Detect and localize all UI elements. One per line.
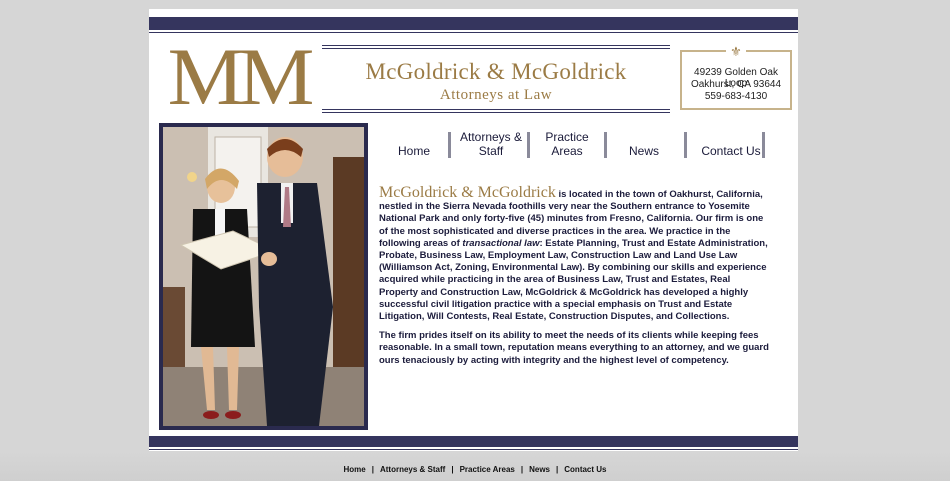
footer-link-practice-areas[interactable]: Practice Areas	[460, 465, 515, 474]
nav-separator	[604, 132, 607, 158]
main-content: McGoldrick & McGoldrick is located in th…	[379, 184, 769, 374]
fleur-de-lis-icon: ⚜	[726, 45, 746, 58]
attorneys-photo-frame	[159, 123, 368, 430]
footer-link-home[interactable]: Home	[343, 465, 365, 474]
bottom-bar	[149, 436, 798, 447]
firm-tagline: Attorneys at Law	[439, 87, 553, 103]
nav-contact-us[interactable]: Contact Us	[692, 144, 770, 176]
logo-text: MM	[167, 31, 315, 122]
title-rule-top	[322, 45, 670, 46]
address-box: ⚜ 49239 Golden Oak Loop Oakhurst, CA 936…	[680, 45, 792, 110]
nav-attorneys-label: Attorneys & Staff	[459, 130, 523, 158]
firm-name: McGoldrick & McGoldrick	[365, 59, 627, 84]
top-bar	[149, 17, 798, 30]
intro-paragraph: McGoldrick & McGoldrick is located in th…	[379, 184, 769, 323]
footer-link-attorneys-staff[interactable]: Attorneys & Staff	[380, 465, 445, 474]
address-phone: 559-683-4130	[704, 91, 768, 102]
firm-logo[interactable]: MM	[161, 31, 315, 122]
values-paragraph: The firm prides itself on its ability to…	[379, 330, 769, 366]
nav-separator	[762, 132, 765, 158]
nav-news[interactable]: News	[614, 144, 674, 176]
footer-separator: |	[556, 465, 559, 474]
bottom-rule	[149, 449, 798, 450]
footer-link-news[interactable]: News	[529, 465, 550, 474]
title-rule-bottom-2	[322, 112, 670, 113]
nav-separator	[527, 132, 530, 158]
intro-text-rest: : Estate Planning, Trust and Estate Admi…	[379, 237, 768, 323]
nav-practice-areas[interactable]: Practice Areas	[537, 130, 597, 162]
footer-link-contact-us[interactable]: Contact Us	[564, 465, 606, 474]
nav-separator	[684, 132, 687, 158]
nav-attorneys-staff[interactable]: Attorneys & Staff	[456, 130, 526, 162]
firm-title-block: McGoldrick & McGoldrick Attorneys at Law	[322, 45, 670, 115]
footer-separator: |	[371, 465, 374, 474]
main-nav: Home Attorneys & Staff Practice Areas Ne…	[374, 130, 789, 162]
footer-separator: |	[520, 465, 524, 474]
lead-firm-name: McGoldrick & McGoldrick	[379, 184, 556, 201]
attorneys-photo	[163, 127, 364, 426]
nav-home[interactable]: Home	[384, 144, 444, 176]
footer-nav: Home | Attorneys & Staff | Practice Areas | Ne…	[0, 465, 950, 474]
intro-italic: transactional law	[462, 237, 540, 249]
page-container: MM McGoldrick & McGoldrick Attorneys at …	[149, 9, 798, 451]
nav-separator	[448, 132, 451, 158]
footer-separator: |	[451, 465, 454, 474]
attorneys-photo-illustration	[163, 127, 364, 426]
address-city: Oakhurst, CA 93644	[690, 79, 782, 90]
title-rule-bottom	[322, 109, 670, 110]
title-rule-top-2	[322, 48, 670, 49]
nav-practice-label: Practice Areas	[545, 130, 589, 158]
